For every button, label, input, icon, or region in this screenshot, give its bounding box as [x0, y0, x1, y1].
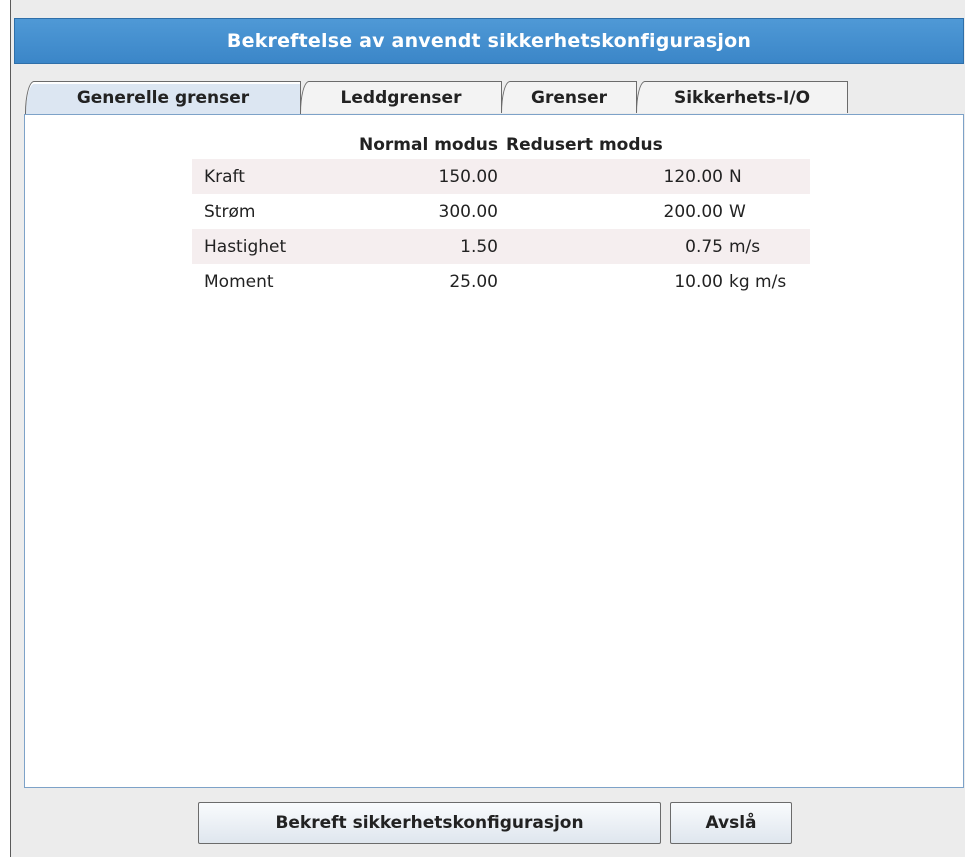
limits-table: Normal modus Redusert modus Kraft 150.00… — [192, 131, 810, 299]
table-header: Normal modus Redusert modus — [192, 131, 810, 159]
tab-joint-limits[interactable]: Leddgrenser — [300, 81, 502, 113]
reduced-value: 0.75 — [685, 236, 723, 257]
reduced-value: 200.00 — [663, 201, 723, 222]
unit: W — [729, 201, 746, 222]
table-row-momentum: Moment 25.00 10.00 kg m/s — [192, 264, 810, 299]
dialog-title: Bekreftelse av anvendt sikkerhetskonfigu… — [14, 18, 964, 64]
tab-general-limits[interactable]: Generelle grenser — [25, 81, 301, 114]
normal-value: 1.50 — [460, 236, 498, 257]
table-row-force: Kraft 150.00 120.00 N — [192, 159, 810, 194]
row-label: Hastighet — [204, 236, 287, 257]
tab-panel-general-limits: Normal modus Redusert modus Kraft 150.00… — [24, 114, 964, 788]
tab-bar: Generelle grenser Leddgrenser Grenser Si… — [25, 81, 848, 114]
unit: N — [729, 166, 742, 187]
row-label: Moment — [204, 271, 274, 292]
row-label: Strøm — [204, 201, 256, 222]
table-row-power: Strøm 300.00 200.00 W — [192, 194, 810, 229]
table-row-speed: Hastighet 1.50 0.75 m/s — [192, 229, 810, 264]
tab-boundaries[interactable]: Grenser — [501, 81, 637, 113]
normal-value: 25.00 — [449, 271, 498, 292]
normal-value: 150.00 — [438, 166, 498, 187]
reduced-value: 120.00 — [663, 166, 723, 187]
row-label: Kraft — [204, 166, 245, 187]
confirm-safety-config-button[interactable]: Bekreft sikkerhetskonfigurasjon — [198, 802, 661, 844]
reject-button[interactable]: Avslå — [670, 802, 792, 844]
unit: kg m/s — [729, 271, 787, 292]
header-normal-mode: Normal modus — [358, 135, 498, 155]
normal-value: 300.00 — [438, 201, 498, 222]
safety-config-dialog: Bekreftelse av anvendt sikkerhetskonfigu… — [10, 0, 965, 857]
header-reduced-mode: Redusert modus — [506, 135, 663, 155]
reduced-value: 10.00 — [674, 271, 723, 292]
tab-safety-io[interactable]: Sikkerhets-I/O — [636, 81, 848, 113]
unit: m/s — [729, 236, 761, 257]
